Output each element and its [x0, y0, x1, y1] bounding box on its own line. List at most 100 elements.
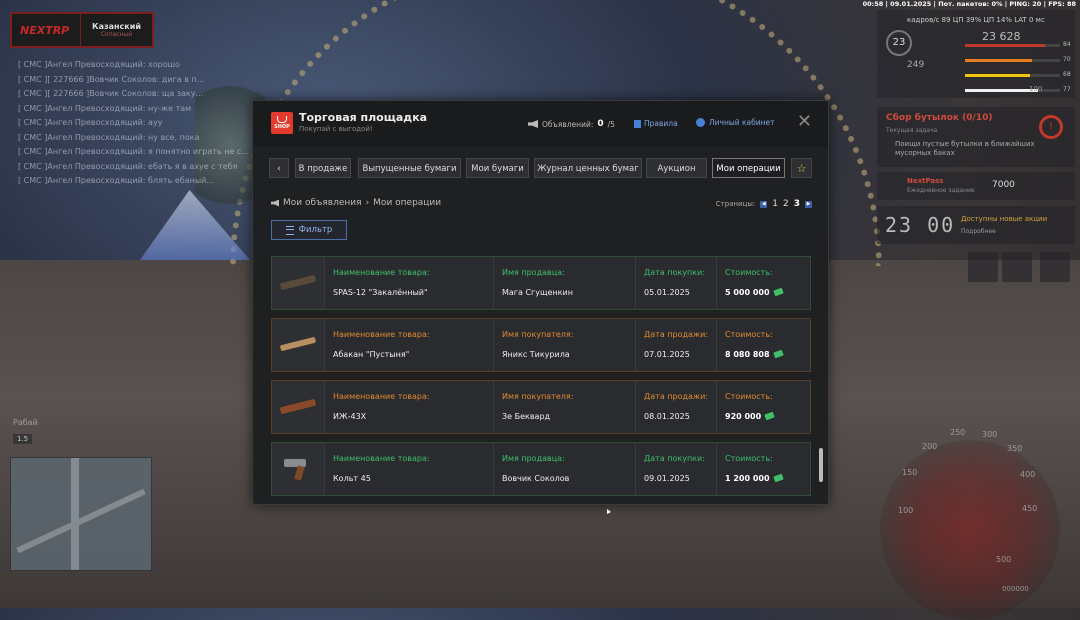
party-cell: Имя продавца: Мага Сгущенкин — [493, 257, 636, 309]
chat-line: [ СМС ]Ангел Превосходящий: хорошо — [18, 60, 180, 69]
stamina-value: 77 — [1063, 86, 1071, 93]
dialog-title: Торговая площадка — [299, 111, 428, 124]
tab-auction[interactable]: Аукцион — [646, 158, 707, 178]
minimap-area-label: Рабай — [13, 418, 38, 427]
party-name: Яникс Тикурила — [502, 350, 570, 359]
tab-issued-securities[interactable]: Выпущенные бумаги — [358, 158, 461, 178]
thirst-bar-fill — [965, 74, 1030, 77]
rules-link[interactable]: Правила — [634, 119, 678, 128]
ads-counter: Объявлений: 0 /5 — [528, 119, 615, 129]
server-subtitle: Сопасный — [100, 31, 133, 38]
item-name-label: Наименование товара: — [333, 330, 430, 339]
shotgun-icon — [279, 398, 317, 415]
nextpass-value: 7000 — [992, 180, 1015, 190]
star-icon[interactable]: ☆ — [791, 158, 812, 178]
operation-row[interactable]: Наименование товара: Кольт 45 Имя продав… — [271, 442, 811, 496]
filter-button[interactable]: Фильтр — [271, 220, 347, 240]
operation-row[interactable]: Наименование товара: Абакан "Пустыня" Им… — [271, 318, 811, 372]
calendar-icon[interactable] — [968, 252, 998, 282]
user-icon — [696, 118, 705, 127]
speed-tick: 150 — [902, 468, 918, 477]
chat-line: [ СМС ][ 227666 ]Вовчик Соколов: дига в … — [18, 74, 205, 84]
ads-max: /5 — [607, 119, 615, 129]
pagination: Страницы: ◀ 1 2 3 ▶ — [716, 199, 812, 209]
date-value: 08.01.2025 — [644, 412, 690, 421]
item-name-label: Наименование товара: — [333, 268, 430, 277]
tab-bar: ‹ В продаже Выпущенные бумаги Мои бумаги… — [269, 158, 814, 178]
minimap-road — [71, 458, 79, 570]
item-name-cell: Наименование товара: Кольт 45 — [324, 443, 494, 495]
shop-logo: SHOP — [271, 112, 293, 134]
hunger-value: 70 — [1063, 56, 1071, 63]
tab-securities-journal[interactable]: Журнал ценных бумаг — [534, 158, 642, 178]
promo-timer-clock: 23 00 — [885, 213, 956, 237]
page-2[interactable]: 2 — [783, 199, 789, 209]
server-logo: NEXTRP Казанский Сопасный — [10, 12, 154, 48]
ads-count: 0 — [597, 119, 604, 129]
tab-my-operations[interactable]: Мои операции — [712, 158, 785, 178]
date-value: 09.01.2025 — [644, 474, 690, 483]
party-label: Имя продавца: — [502, 268, 565, 277]
page-3[interactable]: 3 — [794, 199, 800, 209]
cash-icon — [764, 411, 775, 421]
operation-row[interactable]: Наименование товара: ИЖ-43Х Имя покупате… — [271, 380, 811, 434]
personal-cabinet-link[interactable]: Личный кабинет — [696, 118, 775, 127]
health-bar — [965, 44, 1060, 47]
operations-list: Наименование товара: SPAS-12 "Закалённый… — [271, 256, 811, 496]
promo-timer-panel[interactable]: 23 00 Доступны новые акции Подробнее — [877, 206, 1075, 244]
item-image — [272, 443, 325, 495]
price-value: 8 080 808 — [725, 349, 784, 359]
breadcrumb-separator: › — [365, 198, 370, 208]
tab-my-securities[interactable]: Мои бумаги — [466, 158, 529, 178]
date-cell: Дата покупки: 09.01.2025 — [635, 443, 717, 495]
list-scrollbar[interactable] — [819, 448, 823, 482]
promo-details-link[interactable]: Подробнее — [961, 228, 996, 235]
chat-log: [ СМС ]Ангел Превосходящий: хорошо [ СМС… — [18, 58, 258, 189]
next-page-button[interactable]: ▶ — [805, 200, 812, 208]
health-value: 84 — [1063, 41, 1071, 48]
price-value: 1 200 000 — [725, 473, 784, 483]
prev-page-button[interactable]: ◀ — [760, 200, 768, 208]
nextpass-title: NextPass — [907, 177, 944, 185]
price-cell: Стоимость: 8 080 808 — [716, 319, 811, 371]
price-amount: 920 000 — [725, 412, 762, 421]
speed-tick: 100 — [898, 506, 914, 515]
item-name: Кольт 45 — [333, 474, 371, 483]
menu-icon[interactable] — [1002, 252, 1032, 282]
speed-tick: 350 — [1007, 444, 1023, 453]
dialog-subtitle: Покупай с выгодой! — [299, 125, 373, 133]
chat-line: [ СМС ]Ангел Превосходящий: ну все, пока — [18, 132, 200, 142]
marketplace-dialog: SHOP Торговая площадка Покупай с выгодой… — [252, 100, 829, 505]
tab-for-sale[interactable]: В продаже — [295, 158, 351, 178]
minimap-road — [16, 488, 146, 554]
quest-panel[interactable]: Сбор бутылок (0/10) Текущая задача Поищи… — [877, 107, 1075, 167]
party-cell: Имя покупателя: Яникс Тикурила — [493, 319, 636, 371]
bar-100-label: 100 — [1029, 85, 1043, 93]
chat-line: [ СМС ][ 227666 ]Вовчик Соколов: ща заку… — [18, 89, 204, 98]
operation-row[interactable]: Наименование товара: SPAS-12 "Закалённый… — [271, 256, 811, 310]
nextpass-panel[interactable]: NextPass Ежедневное задание 7000 — [877, 172, 1075, 200]
page-1[interactable]: 1 — [772, 199, 778, 209]
party-label: Имя покупателя: — [502, 330, 574, 339]
item-name: SPAS-12 "Закалённый" — [333, 288, 428, 297]
breadcrumb-my-ads[interactable]: Мои объявления — [283, 198, 362, 208]
odometer: 000000 — [1002, 585, 1029, 593]
bell-icon[interactable] — [1040, 252, 1070, 282]
item-image — [272, 319, 325, 371]
party-name: Зе Беквард — [502, 412, 551, 421]
server-info: Казанский Сопасный — [80, 14, 152, 46]
cabinet-label: Личный кабинет — [709, 118, 775, 127]
back-button[interactable]: ‹ — [269, 158, 289, 178]
quest-subtitle: Текущая задача — [886, 127, 938, 134]
minimap: Рабай 1.5 — [10, 418, 152, 571]
close-icon[interactable]: ✕ — [797, 113, 812, 131]
party-label: Имя покупателя: — [502, 392, 574, 401]
speed-tick: 500 — [996, 555, 1012, 564]
date-cell: Дата продажи: 07.01.2025 — [635, 319, 717, 371]
speed-tick: 400 — [1020, 470, 1036, 479]
item-image — [272, 257, 325, 309]
hunger-bar-fill — [965, 59, 1032, 62]
price-value: 5 000 000 — [725, 287, 784, 297]
quest-alert-icon: ! — [1039, 115, 1063, 139]
brand-name: NEXTRP — [20, 23, 70, 37]
